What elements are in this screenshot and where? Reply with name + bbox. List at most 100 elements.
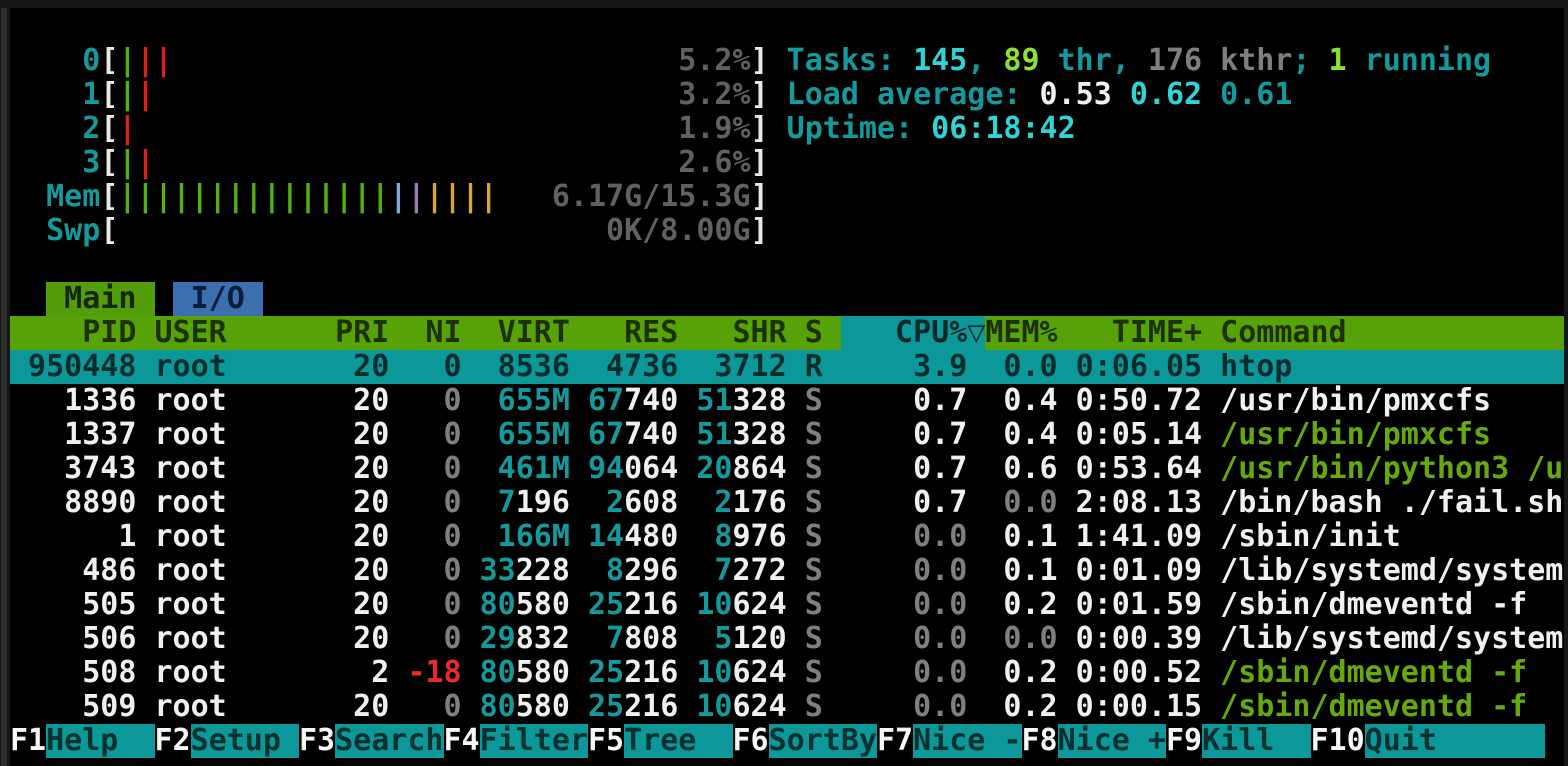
header-columns-left[interactable]: PID USER PRI NI VIRT RES SHR S	[10, 316, 841, 350]
meter-open-bracket: [	[100, 146, 118, 180]
res-lo: 480	[624, 520, 696, 554]
fkey-f9[interactable]: F9	[1166, 724, 1202, 758]
process-row-8890[interactable]: 8890 root 20 0 7196 2608 2176 S 0.7 0.0 …	[10, 486, 1564, 520]
fkey-f7[interactable]: F7	[877, 724, 913, 758]
gap	[155, 282, 173, 316]
running-label: running	[1347, 44, 1492, 78]
cpu-bar-green: |	[118, 78, 136, 112]
mem-bars-used: |||||||||||||||	[118, 180, 389, 214]
res-lo: 216	[624, 588, 696, 622]
process-row-505[interactable]: 505 root 20 0 80580 25216 10624 S 0.0 0.…	[10, 588, 1564, 622]
process-command: /sbin/dmeventd -f	[1220, 656, 1527, 690]
ni-value: 0	[407, 418, 461, 452]
row-fields: 508 root 2	[10, 656, 407, 690]
process-row-508[interactable]: 508 root 2 -18 80580 25216 10624 S 0.0 0…	[10, 656, 1564, 690]
state-value: S	[805, 384, 823, 418]
row-fields: 8890 root 20	[10, 486, 407, 520]
process-row-509[interactable]: 509 root 20 0 80580 25216 10624 S 0.0 0.…	[10, 690, 1564, 724]
shr-hi: 10	[696, 690, 732, 724]
fkey-f4[interactable]: F4	[444, 724, 480, 758]
mem-label: Mem	[10, 180, 100, 214]
header-columns-right[interactable]: MEM% TIME+ Command	[985, 316, 1563, 350]
shr-lo: 976	[732, 520, 804, 554]
shr-hi: 2	[714, 486, 732, 520]
fkey-search[interactable]: Search	[335, 724, 443, 758]
swp-meter: Swp[ 0K/8.00G]	[10, 214, 1564, 248]
state-value: S	[805, 452, 823, 486]
virt-value: 655M	[480, 418, 570, 452]
fkey-filter[interactable]: Filter	[480, 724, 588, 758]
cpu-mem-time: 0.7 0.4 0:05.14	[823, 418, 1220, 452]
state-value: S	[805, 486, 823, 520]
cpu-bar-green: |	[118, 44, 136, 78]
tasks-count: 145	[913, 44, 967, 78]
load-5min: 0.62	[1130, 78, 1220, 112]
cpu-mem-time: 0.7 0.4 0:50.72	[823, 384, 1220, 418]
gap	[823, 690, 895, 724]
meter-space	[118, 214, 606, 248]
state-value: S	[805, 656, 823, 690]
cpu0-meter: 0[||| 5.2%] Tasks: 145, 89 thr, 176 kthr…	[10, 44, 1564, 78]
fkey-nice-minus[interactable]: Nice -	[913, 724, 1021, 758]
fkey-f1[interactable]: F1	[10, 724, 46, 758]
res-hi: 7	[606, 622, 624, 656]
fkey-f2[interactable]: F2	[155, 724, 191, 758]
kthreads-count: 176 kthr	[1148, 44, 1293, 78]
gap	[967, 622, 985, 656]
ni-value-negative: -18	[407, 656, 461, 690]
ni-value: 0	[407, 486, 461, 520]
table-header[interactable]: PID USER PRI NI VIRT RES SHR S CPU%▽MEM%…	[10, 316, 1564, 350]
process-row-486[interactable]: 486 root 20 0 33228 8296 7272 S 0.0 0.1 …	[10, 554, 1564, 588]
process-row-3743[interactable]: 3743 root 20 0 461M 94064 20864 S 0.7 0.…	[10, 452, 1564, 486]
header-sort-column-cpu[interactable]: CPU%▽	[841, 316, 986, 350]
gap	[696, 486, 714, 520]
process-row-1336[interactable]: 1336 root 20 0 655M 67740 51328 S 0.7 0.…	[10, 384, 1564, 418]
cpu2-label: 2	[10, 112, 100, 146]
gap	[769, 78, 787, 112]
tab-io[interactable]: I/O	[173, 282, 263, 316]
virt-value: 461M	[480, 452, 570, 486]
fkey-sortby[interactable]: SortBy	[769, 724, 877, 758]
res-lo: 216	[624, 656, 696, 690]
fkey-f3[interactable]: F3	[299, 724, 335, 758]
time-value: 2:08.13	[1058, 486, 1221, 520]
process-row-1337[interactable]: 1337 root 20 0 655M 67740 51328 S 0.7 0.…	[10, 418, 1564, 452]
mem-time: 0.2 0:00.15	[967, 690, 1220, 724]
shr-hi: 8	[714, 520, 732, 554]
virt-hi: 80	[480, 656, 516, 690]
process-command: /sbin/dmeventd -f	[1220, 690, 1527, 724]
virt-hi: 7	[498, 486, 516, 520]
fkey-f5[interactable]: F5	[588, 724, 624, 758]
meter-close-bracket: ]	[751, 214, 769, 248]
gap	[823, 622, 895, 656]
fkey-kill[interactable]: Kill	[1202, 724, 1310, 758]
process-row-506[interactable]: 506 root 20 0 29832 7808 5120 S 0.0 0.0 …	[10, 622, 1564, 656]
fkey-quit[interactable]: Quit	[1365, 724, 1546, 758]
cpu-value: 0.0	[895, 622, 967, 656]
gap	[570, 452, 588, 486]
res-hi: 67	[588, 384, 624, 418]
fkey-help[interactable]: Help	[46, 724, 154, 758]
row-fields: 1336 root 20	[10, 384, 407, 418]
fkey-f10[interactable]: F10	[1311, 724, 1365, 758]
cpu-bar-red: |	[118, 112, 136, 146]
process-row-950448[interactable]: 950448 root 20 0 8536 4736 3712 R 3.9 0.…	[10, 350, 1564, 384]
shr-hi: 20	[696, 452, 732, 486]
cpu1-label: 1	[10, 78, 100, 112]
cpu0-label: 0	[10, 44, 100, 78]
tab-main[interactable]: Main	[46, 282, 154, 316]
gap	[462, 588, 480, 622]
row-fields: 509 root 20	[10, 690, 407, 724]
process-row-1[interactable]: 1 root 20 0 166M 14480 8976 S 0.0 0.1 1:…	[10, 520, 1564, 554]
ni-value: 0	[407, 452, 461, 486]
shr-lo: 328	[732, 384, 804, 418]
gap	[588, 622, 606, 656]
fkey-f6[interactable]: F6	[733, 724, 769, 758]
fkey-nice-plus[interactable]: Nice +	[1058, 724, 1166, 758]
mem-time: 0.2 0:01.59	[967, 588, 1220, 622]
fkey-f8[interactable]: F8	[1022, 724, 1058, 758]
process-command: /usr/bin/pmxcfs	[1220, 384, 1491, 418]
cpu2-meter: 2[| 1.9%] Uptime: 06:18:42	[10, 112, 1564, 146]
fkey-tree[interactable]: Tree	[624, 724, 732, 758]
fkey-setup[interactable]: Setup	[191, 724, 299, 758]
